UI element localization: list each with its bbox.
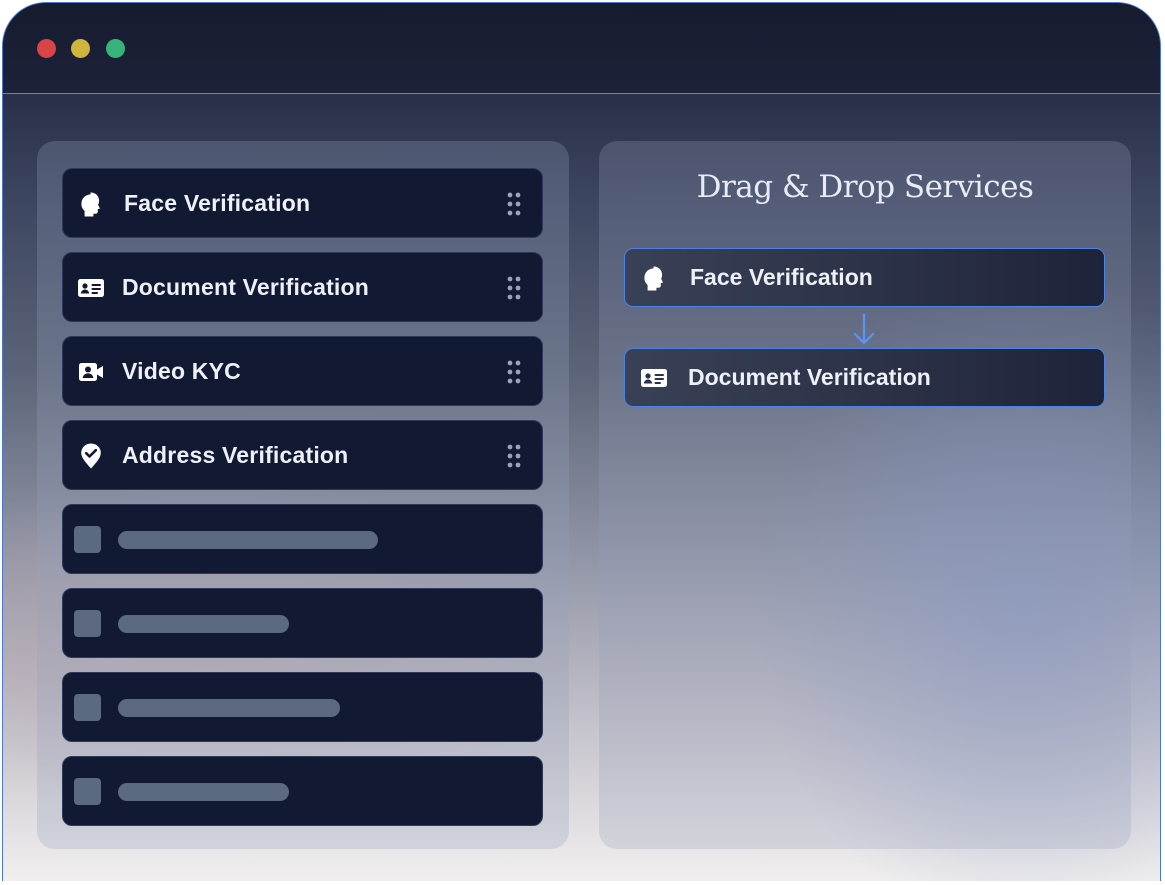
- placeholder-bar: [118, 615, 289, 633]
- placeholder-item: [62, 672, 543, 742]
- placeholder-item: [62, 504, 543, 574]
- id-card-icon: [641, 369, 667, 387]
- service-item-label: Address Verification: [122, 442, 349, 468]
- placeholder-icon: [74, 778, 101, 805]
- selected-item-document-verification[interactable]: Document Verification: [624, 348, 1105, 407]
- app-window: Face Verification Document Verification: [2, 2, 1161, 881]
- selected-item-label: Document Verification: [688, 364, 931, 390]
- face-silhouette-icon: [644, 266, 663, 291]
- drag-handle-icon[interactable]: [506, 444, 522, 468]
- location-check-icon: [81, 443, 101, 469]
- close-window-button[interactable]: [37, 39, 56, 58]
- drop-zone-panel[interactable]: Drag & Drop Services Face Verification D…: [599, 141, 1131, 849]
- services-palette: Face Verification Document Verification: [37, 141, 569, 849]
- placeholder-icon: [74, 526, 101, 553]
- drag-handle-icon[interactable]: [506, 192, 522, 216]
- service-item-label: Document Verification: [122, 274, 370, 300]
- arrow-down-icon: [853, 313, 875, 345]
- service-item-document-verification[interactable]: Document Verification: [62, 252, 543, 322]
- video-camera-icon: [79, 363, 103, 381]
- placeholder-icon: [74, 694, 101, 721]
- placeholder-bar: [118, 531, 378, 549]
- maximize-window-button[interactable]: [106, 39, 125, 58]
- placeholder-icon: [74, 610, 101, 637]
- minimize-window-button[interactable]: [71, 39, 90, 58]
- service-item-face-verification[interactable]: Face Verification: [62, 168, 543, 238]
- service-item-address-verification[interactable]: Address Verification: [62, 420, 543, 490]
- placeholder-item: [62, 588, 543, 658]
- placeholder-bar: [118, 783, 289, 801]
- service-item-label: Video KYC: [122, 358, 241, 384]
- service-item-label: Face Verification: [124, 190, 311, 216]
- selected-item-label: Face Verification: [690, 264, 873, 290]
- drag-handle-icon[interactable]: [506, 360, 522, 384]
- panel-title: Drag & Drop Services: [696, 169, 1034, 205]
- face-silhouette-icon: [81, 192, 100, 217]
- id-card-icon: [78, 279, 104, 297]
- drag-handle-icon[interactable]: [506, 276, 522, 300]
- placeholder-bar: [118, 699, 340, 717]
- selected-item-face-verification[interactable]: Face Verification: [624, 248, 1105, 307]
- placeholder-item: [62, 756, 543, 826]
- title-bar: [3, 3, 1160, 94]
- service-item-video-kyc[interactable]: Video KYC: [62, 336, 543, 406]
